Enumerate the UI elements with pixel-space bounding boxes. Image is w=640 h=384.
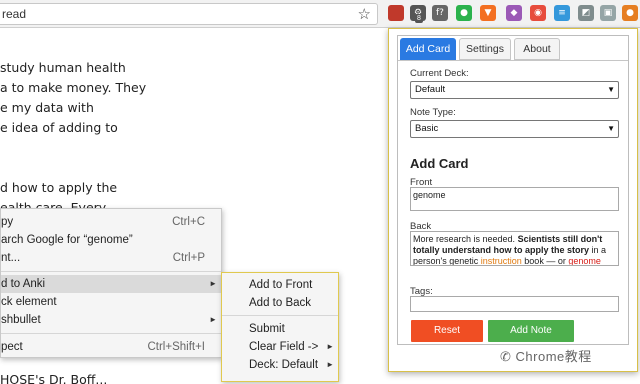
brave-shield-icon[interactable]: ▼ [480,5,496,21]
context-copy[interactable]: py Ctrl+C [1,213,221,231]
dropdown-caret-icon: ▼ [607,85,615,94]
context-add-to-anki[interactable]: d to Anki ► [1,275,221,293]
add-card-heading: Add Card [410,156,469,171]
address-bar-text: read [2,7,27,21]
ublock-icon[interactable] [388,5,404,21]
chevron-right-icon: ► [209,279,217,288]
browser-toolbar: read ☆ ⚙ f? ● ▼ ◆ ◉ ≡ ◩ ▣ ● 8 [0,0,640,28]
chevron-right-icon: ► [326,360,334,369]
front-field[interactable]: genome [410,187,619,211]
note-type-label: Note Type: [410,107,456,118]
address-bar[interactable]: read ☆ [0,3,378,25]
image-icon[interactable]: ▣ [600,5,616,21]
tab-about[interactable]: About [514,38,560,60]
dropdown-caret-icon: ▼ [607,124,615,133]
tags-input[interactable] [410,296,619,312]
watermark: ✆ Chrome教程 [500,349,592,364]
context-search-google[interactable]: arch Google for “genome” [1,231,221,249]
article-bottom-line: HOSE's Dr. Boff... [0,372,108,384]
tab-settings[interactable]: Settings [459,38,511,60]
popup-panel: Add Card Settings About Current Deck: De… [397,35,629,345]
article-line: a to make money. They [0,80,147,95]
menu-divider [1,271,221,272]
article-line: e my data with [0,100,94,115]
article-text: study human health a to make money. They… [0,58,146,218]
fx-icon[interactable]: f? [432,5,448,21]
article-line: e idea of adding to [0,120,118,135]
chevron-right-icon: ► [326,342,334,351]
note-type-select[interactable]: Basic ▼ [410,120,619,138]
menu-divider [1,333,221,334]
submenu-add-to-front[interactable]: Add to Front [222,276,338,294]
anki-popup: Add Card Settings About Current Deck: De… [388,28,638,372]
context-print[interactable]: nt... Ctrl+P [1,249,221,267]
chat-bubble-icon: ✆ [500,349,512,364]
menu-divider [222,315,338,316]
article-line [0,158,146,178]
add-note-button[interactable]: Add Note [488,320,574,342]
context-block-element[interactable]: ck element [1,293,221,311]
submenu-add-to-back[interactable]: Add to Back [222,294,338,312]
submenu-clear-field[interactable]: Clear Field -> ► [222,338,338,356]
rainbow-bars-icon[interactable]: ≡ [554,5,570,21]
star-icon[interactable]: ☆ [358,5,371,23]
tab-divider [398,60,628,61]
back-field[interactable]: More research is needed. Scientists stil… [410,231,619,266]
current-deck-label: Current Deck: [410,68,469,79]
submenu-deck[interactable]: Deck: Default ► [222,356,338,374]
article-line [0,138,146,158]
context-menu: py Ctrl+C arch Google for “genome” nt...… [0,208,222,358]
context-pushbullet[interactable]: shbullet ► [1,311,221,329]
anki-icon[interactable]: ● [622,5,638,21]
tab-add-card[interactable]: Add Card [400,38,456,60]
context-inspect[interactable]: pect Ctrl+Shift+I [1,338,221,356]
article-line: d how to apply the [0,180,118,195]
reset-button[interactable]: Reset [411,320,483,342]
anki-submenu: Add to Front Add to Back Submit Clear Fi… [221,272,339,382]
chevron-right-icon: ► [209,315,217,324]
shield-icon[interactable]: ◆ [506,5,522,21]
feedly-icon[interactable]: ● [456,5,472,21]
deck-select[interactable]: Default ▼ [410,81,619,99]
color-wheel-icon[interactable]: ◉ [530,5,546,21]
submenu-submit[interactable]: Submit [222,320,338,338]
puzzle-icon[interactable]: ◩ [578,5,594,21]
article-line: study human health [0,60,126,75]
extension-badge: 8 [415,14,423,23]
